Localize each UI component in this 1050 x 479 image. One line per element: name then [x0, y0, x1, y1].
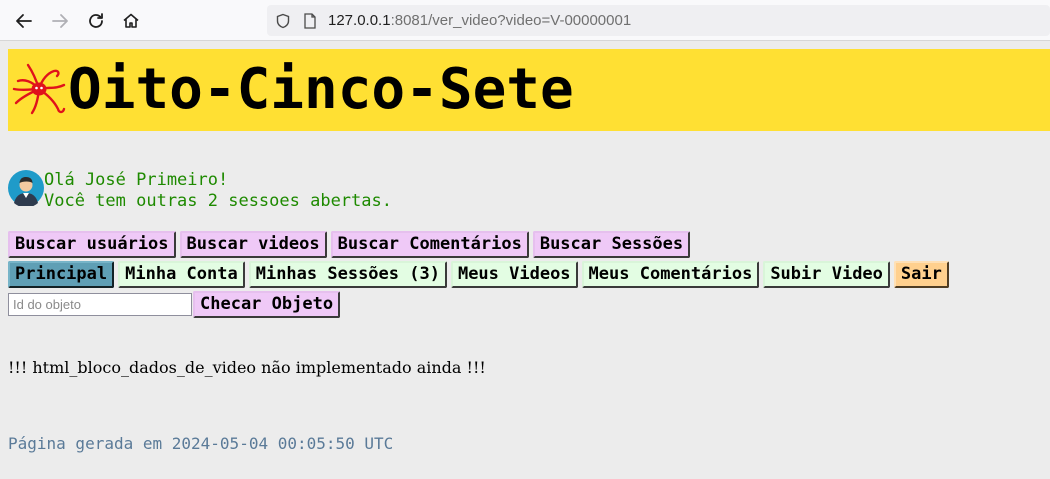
main-menu-row: Principal Minha Conta Minhas Sessões (3)…	[8, 261, 949, 288]
check-object-button[interactable]: Checar Objeto	[193, 291, 341, 318]
upload-video-button[interactable]: Subir Video	[763, 261, 890, 288]
page-icon[interactable]	[303, 13, 317, 33]
site-title: Oito-Cinco-Sete	[68, 57, 574, 122]
back-arrow-icon[interactable]	[11, 8, 37, 34]
url-text: 127.0.0.1:8081/ver_video?video=V-0000000…	[328, 12, 631, 29]
octopus-logo-icon	[12, 63, 66, 115]
not-implemented-message: !!! html_bloco_dados_de_video não implem…	[8, 358, 486, 377]
user-avatar-icon	[8, 170, 44, 206]
object-id-input[interactable]	[8, 293, 192, 316]
user-greeting: Olá José Primeiro! Você tem outras 2 ses…	[44, 170, 392, 212]
home-icon[interactable]	[118, 8, 144, 34]
my-account-button[interactable]: Minha Conta	[118, 261, 245, 288]
search-users-button[interactable]: Buscar usuários	[8, 231, 176, 258]
forward-arrow-icon[interactable]	[47, 8, 73, 34]
browser-toolbar: 127.0.0.1:8081/ver_video?video=V-0000000…	[0, 0, 1050, 41]
check-object-row: Checar Objeto	[193, 291, 341, 318]
my-sessions-button[interactable]: Minhas Sessões (3)	[248, 261, 447, 288]
url-path: :8081/ver_video?video=V-00000001	[390, 12, 632, 29]
home-button[interactable]: Principal	[8, 261, 115, 288]
site-banner: Oito-Cinco-Sete	[8, 49, 1050, 131]
search-videos-button[interactable]: Buscar videos	[179, 231, 327, 258]
page-content: Oito-Cinco-Sete Olá José Primeiro! Você …	[0, 42, 1050, 479]
greeting-line: Olá José Primeiro!	[44, 170, 229, 190]
page-generated-timestamp: Página gerada em 2024-05-04 00:05:50 UTC	[8, 434, 394, 453]
reload-icon[interactable]	[83, 8, 109, 34]
my-videos-button[interactable]: Meus Videos	[450, 261, 578, 288]
my-comments-button[interactable]: Meus Comentários	[581, 261, 760, 288]
address-bar[interactable]: 127.0.0.1:8081/ver_video?video=V-0000000…	[267, 5, 1050, 36]
search-comments-button[interactable]: Buscar Comentários	[330, 231, 529, 258]
search-sessions-button[interactable]: Buscar Sessões	[532, 231, 691, 258]
search-button-row: Buscar usuários Buscar videos Buscar Com…	[8, 231, 691, 258]
shield-icon[interactable]	[275, 13, 291, 33]
sessions-notice: Você tem outras 2 sessoes abertas.	[44, 191, 392, 211]
logout-button[interactable]: Sair	[893, 261, 949, 288]
url-host: 127.0.0.1	[328, 12, 391, 29]
